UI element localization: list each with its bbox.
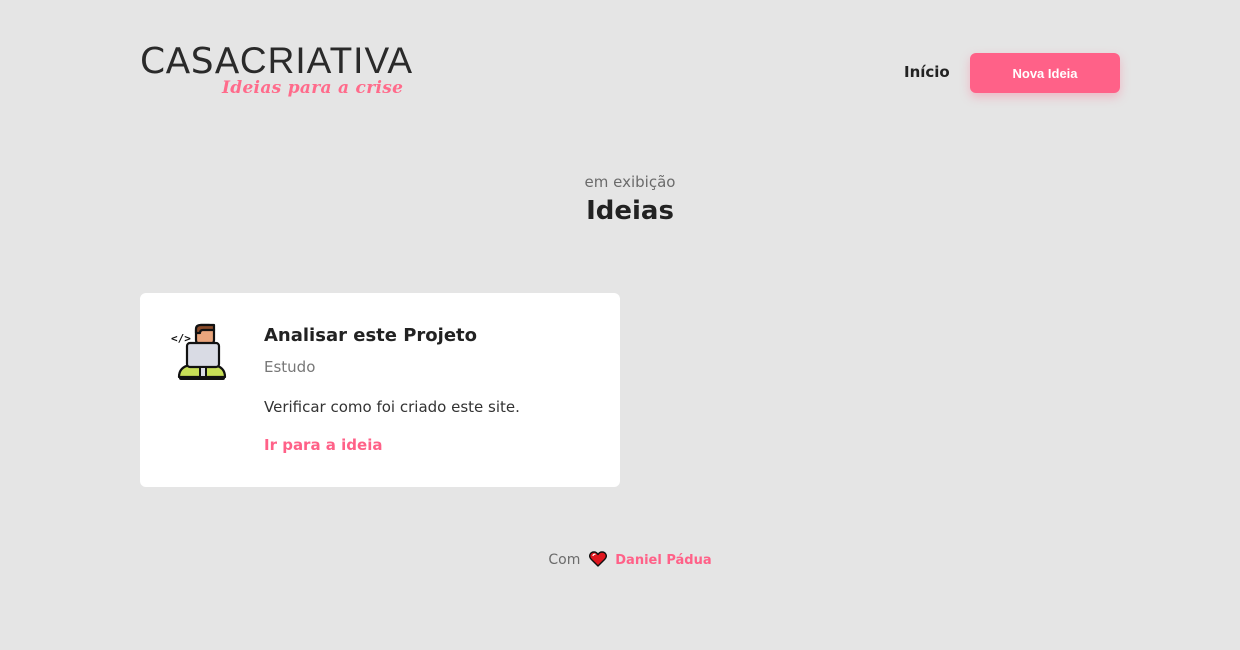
nav-link-home[interactable]: Início [904,63,950,81]
page: CASACRIATIVA Ideias para a crise Início … [0,0,1240,650]
footer-prefix: Com [548,552,581,568]
idea-title: Analisar este Projeto [264,325,478,346]
logo[interactable]: CASACRIATIVA Ideias para a crise [140,40,440,104]
new-idea-button[interactable]: Nova Ideia [970,53,1120,93]
author-link[interactable]: Daniel Pádua [615,553,711,568]
idea-card: </> Analisar este Projeto Estudo Verific… [140,293,620,487]
idea-link[interactable]: Ir para a ideia [264,436,382,454]
logo-tagline: Ideias para a crise [222,78,404,98]
footer: Com Daniel Pádua [0,551,1240,571]
idea-category: Estudo [264,358,316,376]
page-title: Ideias [586,196,674,226]
logo-casa: CASA [140,41,240,82]
logo-wordmark: CASACRIATIVA [140,40,413,83]
logo-criativa: CRIATIVA [239,40,414,81]
heart-icon [588,551,607,571]
developer-icon: </> [170,323,234,387]
idea-description: Verificar como foi criado este site. [264,398,520,416]
section-subtitle: em exibição [584,173,676,191]
